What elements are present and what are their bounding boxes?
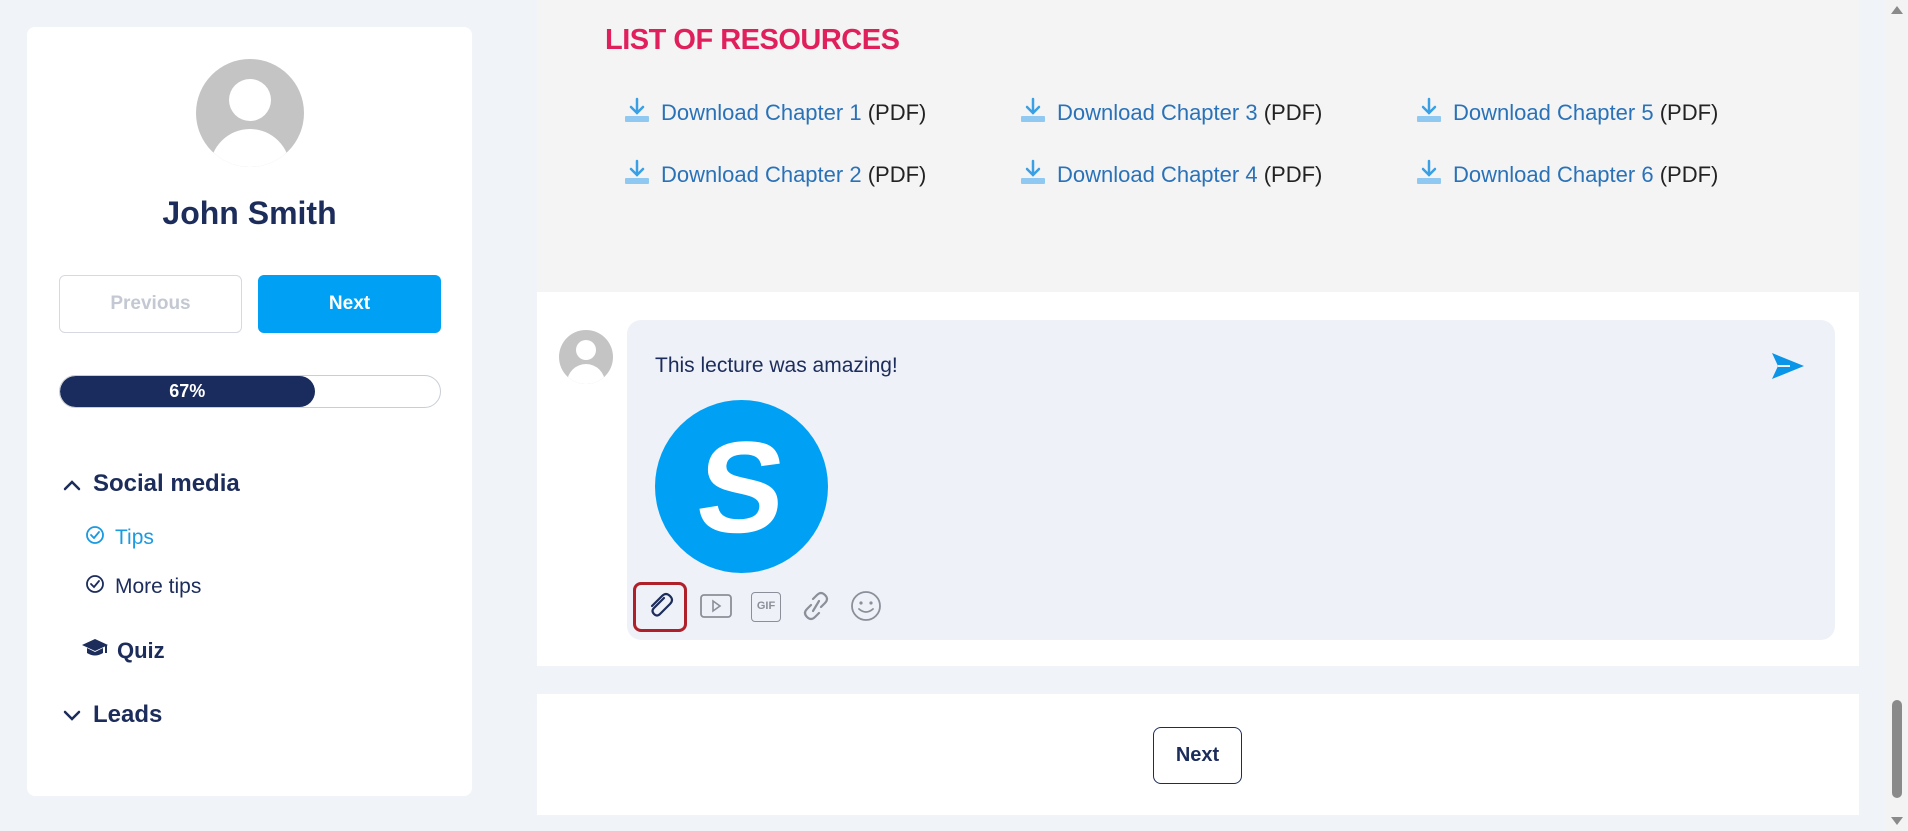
paperclip-icon [644,590,676,625]
section-leads[interactable]: Leads [63,701,162,729]
download-chapter-3[interactable]: Download Chapter 3 (PDF) [1019,96,1322,130]
download-icon [1019,158,1047,192]
next-lesson-button[interactable]: Next [1153,727,1242,784]
resources-title: LIST OF RESOURCES [605,24,900,56]
download-chapter-4[interactable]: Download Chapter 4 (PDF) [1019,158,1322,192]
section-label: Leads [93,701,163,728]
chevron-down-icon [63,701,81,729]
graduation-cap-icon [81,637,109,665]
scroll-down-icon[interactable] [1891,817,1903,825]
gif-button[interactable]: GIF [745,586,787,628]
composer-toolbar: GIF [633,582,887,632]
image-letter: S [690,413,793,560]
comment-card: This lecture was amazing! S GIF [537,292,1859,666]
send-icon [1770,352,1806,384]
quiz-item[interactable]: Quiz [81,637,165,665]
lesson-label: Tips [115,526,154,549]
lesson-label: More tips [115,575,202,598]
link-icon [799,591,833,624]
next-button[interactable]: Next [258,275,441,333]
section-social-media[interactable]: Social media [63,470,240,498]
download-icon [623,96,651,130]
chevron-up-icon [63,470,81,498]
scroll-up-icon[interactable] [1891,6,1903,14]
scroll-thumb[interactable] [1892,700,1902,798]
footer-card: Next [537,694,1859,815]
attach-button[interactable] [633,582,687,632]
check-circle-icon [85,525,105,551]
gif-icon: GIF [751,592,781,622]
download-chapter-5[interactable]: Download Chapter 5 (PDF) [1415,96,1718,130]
download-icon [1415,158,1443,192]
previous-button[interactable]: Previous [59,275,242,333]
comment-text[interactable]: This lecture was amazing! [655,354,898,378]
comment-composer[interactable]: This lecture was amazing! S GIF [627,320,1835,640]
video-button[interactable] [695,586,737,628]
resources-panel: LIST OF RESOURCES Download Chapter 1 (PD… [537,0,1859,292]
send-button[interactable] [1769,348,1807,386]
emoji-button[interactable] [845,586,887,628]
download-chapter-2[interactable]: Download Chapter 2 (PDF) [623,158,926,192]
download-chapter-6[interactable]: Download Chapter 6 (PDF) [1415,158,1718,192]
video-icon [700,593,732,622]
download-icon [1415,96,1443,130]
commenter-avatar [559,330,613,384]
progress-label: 67% [169,381,206,401]
user-avatar [196,59,304,167]
page-scrollbar[interactable] [1886,0,1908,831]
check-circle-icon [85,574,105,600]
lesson-item-more-tips[interactable]: More tips [85,574,201,600]
download-icon [623,158,651,192]
attached-image: S [655,400,828,573]
lesson-item-tips[interactable]: Tips [85,525,154,551]
link-button[interactable] [795,586,837,628]
download-chapter-1[interactable]: Download Chapter 1 (PDF) [623,96,926,130]
quiz-label: Quiz [117,638,165,663]
emoji-icon [850,590,882,625]
user-name: John Smith [162,195,337,231]
course-sidebar: John Smith Previous Next 67% Social medi… [27,27,472,796]
progress-bar: 67% [59,375,441,408]
download-icon [1019,96,1047,130]
section-label: Social media [93,470,240,497]
